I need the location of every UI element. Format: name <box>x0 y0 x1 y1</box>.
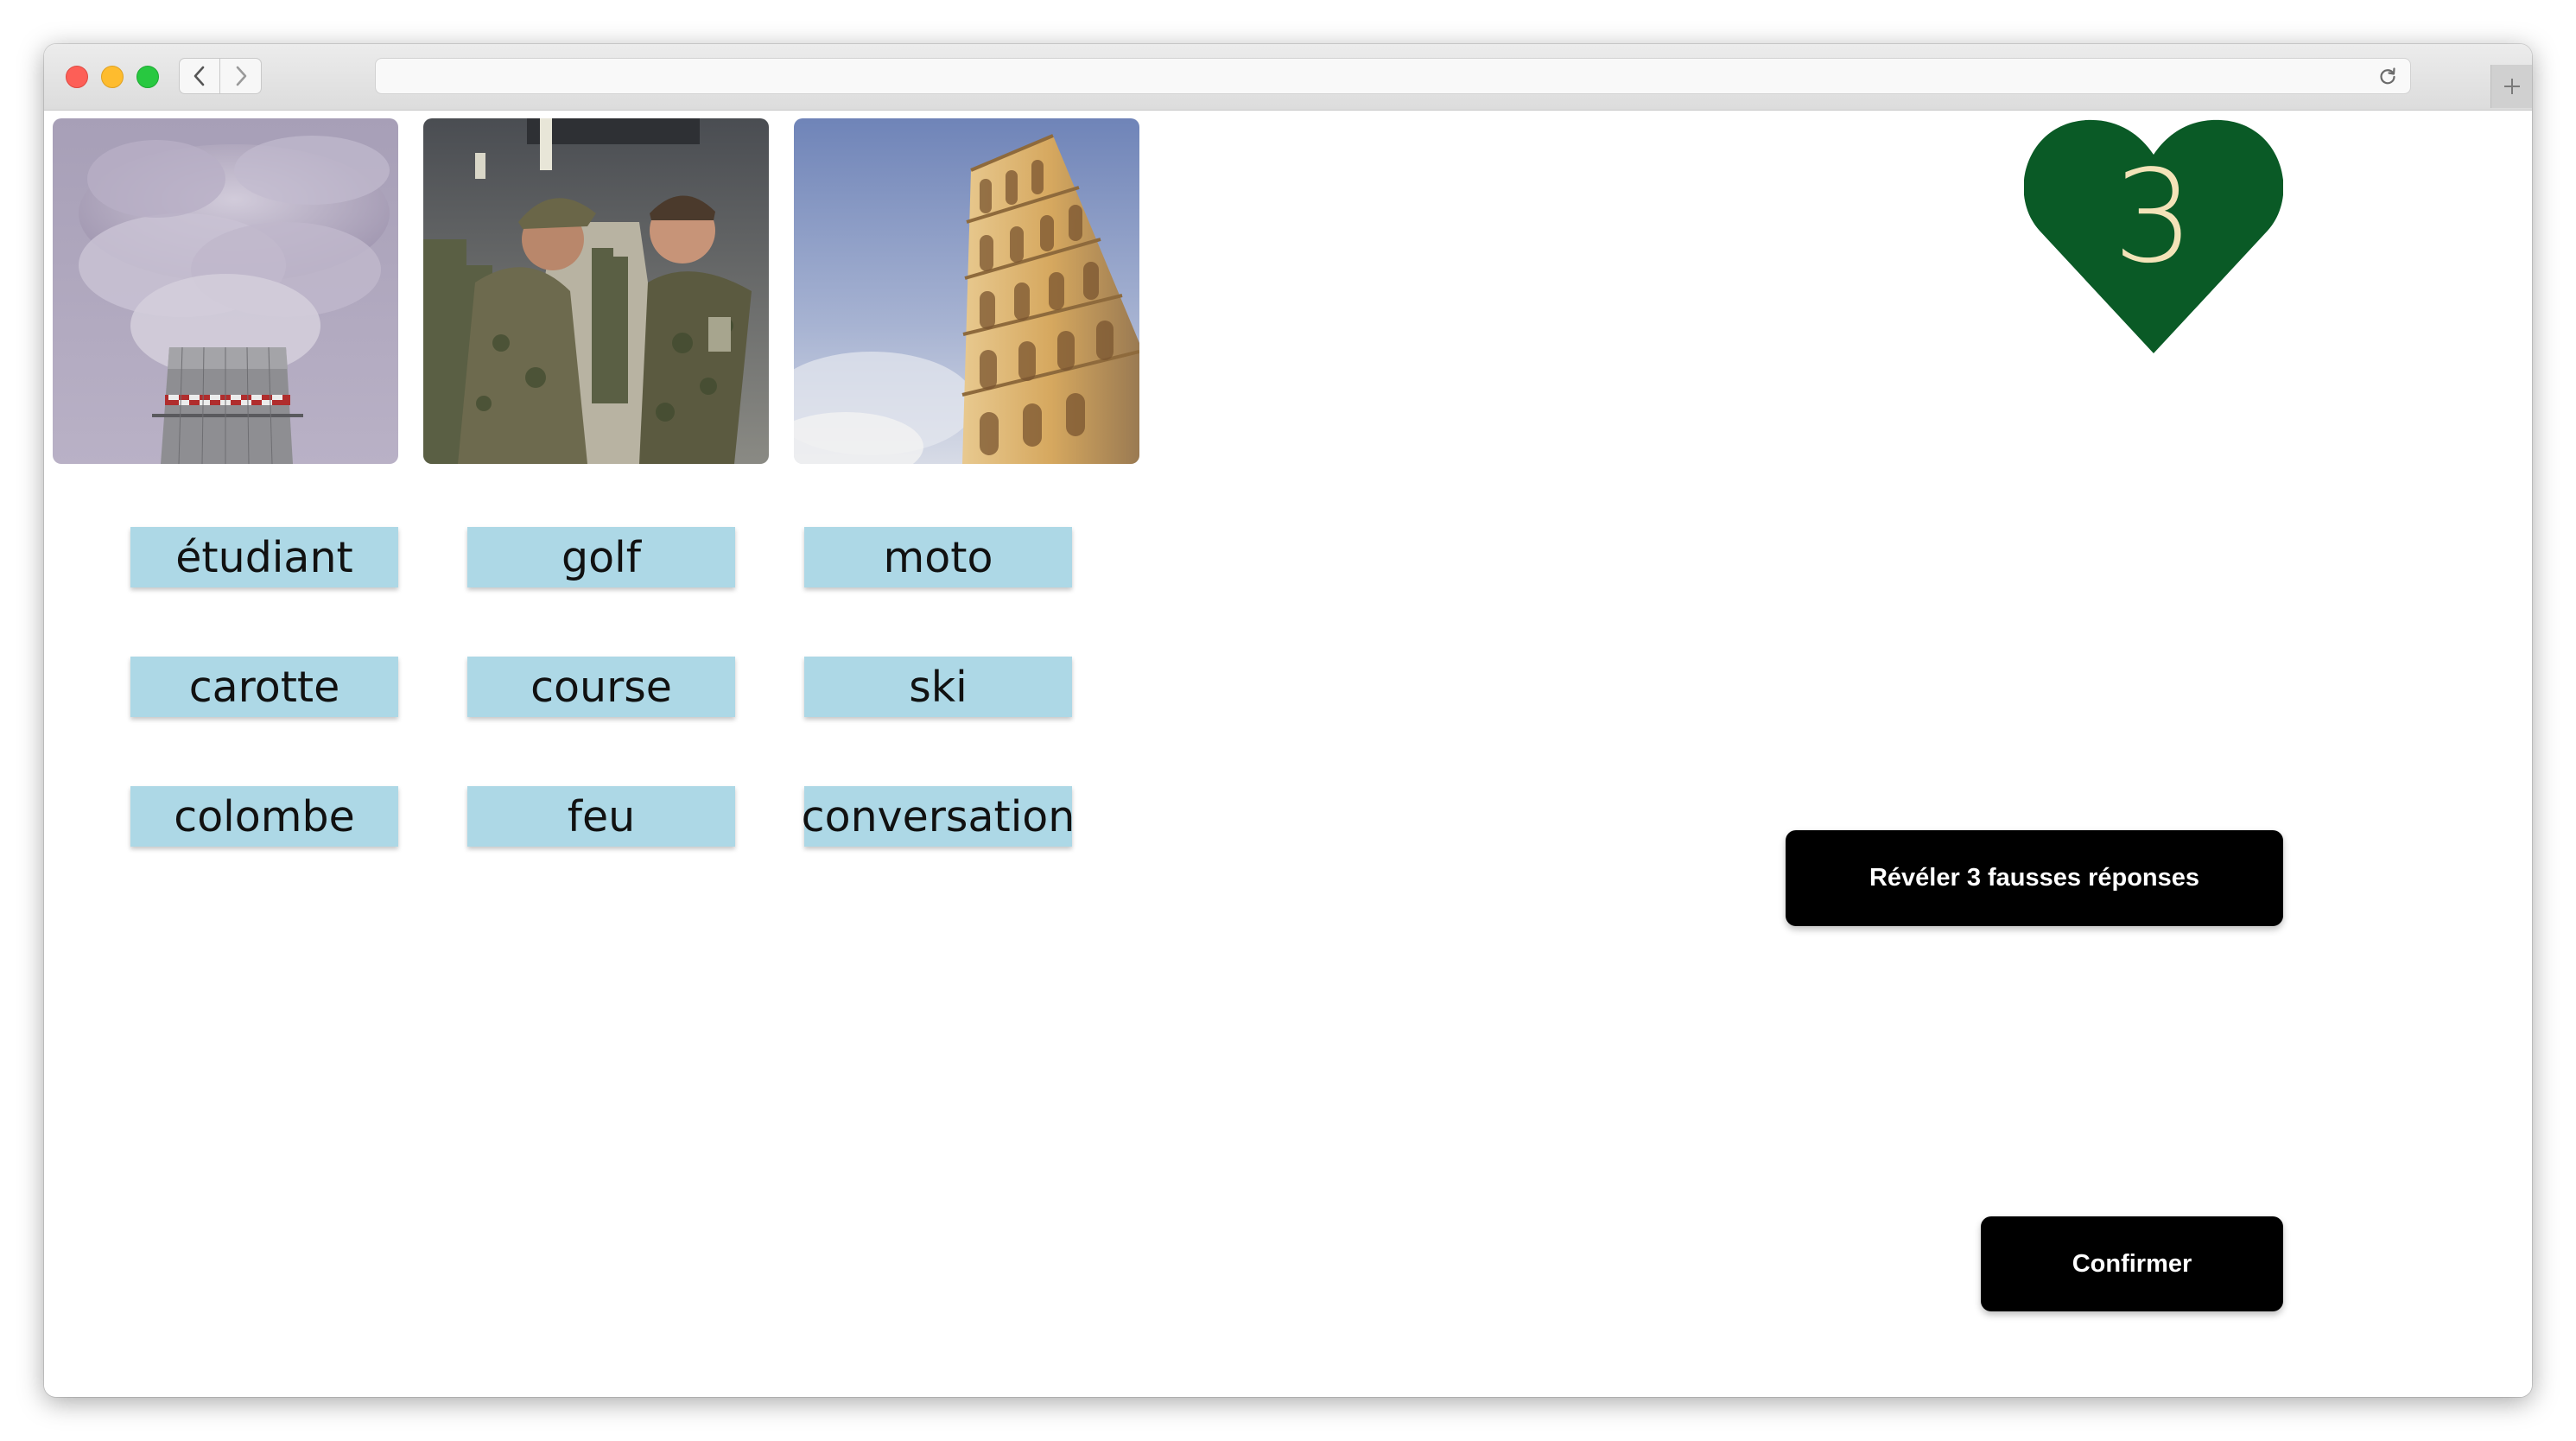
leaning-tower-photo <box>794 118 1139 464</box>
word-tile[interactable]: golf <box>467 527 735 587</box>
browser-window: étudiant golf moto carotte course ski co… <box>44 44 2532 1397</box>
word-tile[interactable]: carotte <box>130 657 398 717</box>
word-tile[interactable]: ski <box>804 657 1072 717</box>
lives-heart: 3 <box>2023 118 2284 353</box>
page-content: étudiant golf moto carotte course ski co… <box>44 111 2532 1397</box>
word-tile[interactable]: feu <box>467 786 735 847</box>
address-bar[interactable] <box>375 58 2411 94</box>
word-tile[interactable]: course <box>467 657 735 717</box>
soldiers-photo <box>423 118 769 464</box>
confirm-button[interactable]: Confirmer <box>1981 1216 2283 1311</box>
new-tab-button[interactable] <box>2490 65 2532 108</box>
reload-icon[interactable] <box>2377 66 2398 86</box>
word-tile[interactable]: conversation <box>802 786 1075 847</box>
word-tile[interactable]: étudiant <box>130 527 398 587</box>
plus-icon <box>2504 79 2520 94</box>
zoom-window-button[interactable] <box>136 66 159 88</box>
word-tile[interactable]: moto <box>804 527 1072 587</box>
minimize-window-button[interactable] <box>101 66 124 88</box>
forward-button[interactable] <box>220 58 262 94</box>
word-tile[interactable]: colombe <box>130 786 398 847</box>
lives-count: 3 <box>2112 143 2195 291</box>
back-button[interactable] <box>179 58 220 94</box>
cooling-tower-photo <box>53 118 398 464</box>
close-window-button[interactable] <box>66 66 88 88</box>
chevron-right-icon <box>236 66 246 86</box>
title-bar <box>44 44 2532 111</box>
reveal-wrong-answers-button[interactable]: Révéler 3 fausses réponses <box>1786 830 2283 926</box>
chevron-left-icon <box>194 66 205 86</box>
